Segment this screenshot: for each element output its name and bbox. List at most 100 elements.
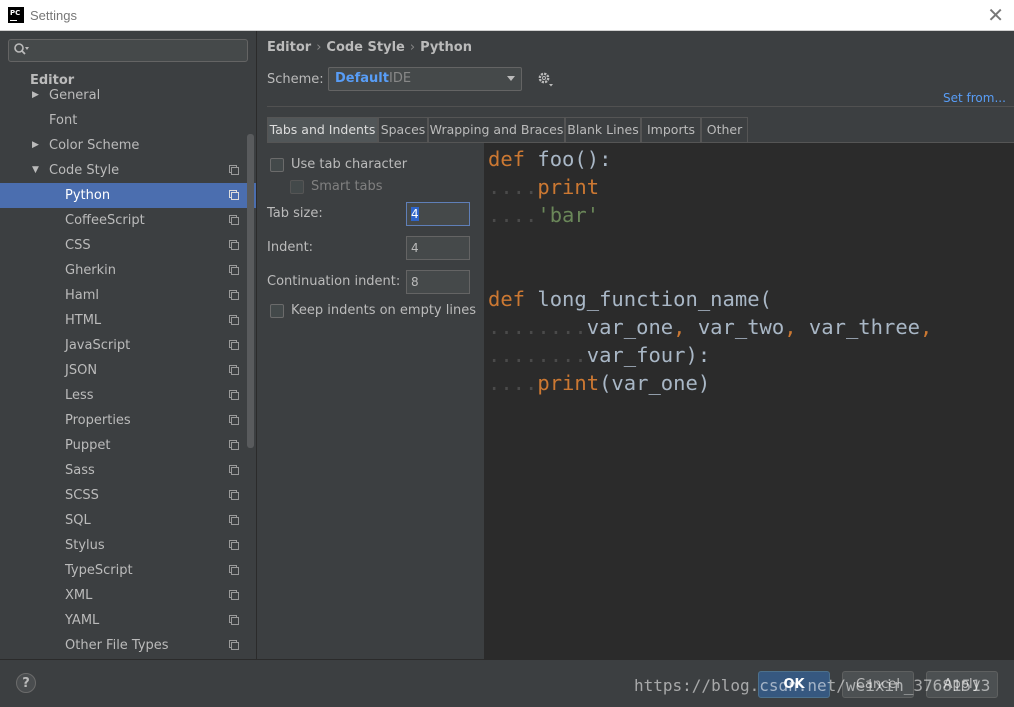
- project-copy-icon: [229, 640, 239, 650]
- project-copy-icon: [229, 590, 239, 600]
- sidebar-item-sql[interactable]: SQL: [0, 508, 256, 533]
- help-button[interactable]: ?: [16, 673, 36, 693]
- sidebar-item-color-scheme[interactable]: ▶ Color Scheme: [0, 133, 256, 158]
- breadcrumb-separator-icon: ›: [316, 40, 322, 55]
- tab-imports[interactable]: Imports: [641, 117, 701, 142]
- sidebar-item-label: Font: [49, 113, 78, 128]
- sidebar-item-label: SCSS: [65, 488, 99, 503]
- project-copy-icon: [229, 440, 239, 450]
- indent-label: Indent:: [267, 240, 314, 255]
- keep-indents-checkbox[interactable]: Keep indents on empty lines: [270, 303, 476, 318]
- project-copy-icon: [229, 215, 239, 225]
- sidebar-item-gherkin[interactable]: Gherkin: [0, 258, 256, 283]
- sidebar-item-other-file-types[interactable]: Other File Types: [0, 633, 256, 658]
- project-copy-icon: [229, 515, 239, 525]
- sidebar-item-python[interactable]: Python: [0, 183, 256, 208]
- keep-indents-label: Keep indents on empty lines: [291, 303, 476, 318]
- pycharm-app-icon: PC: [8, 7, 24, 23]
- sidebar-item-label: General: [49, 88, 101, 103]
- collapse-arrow-icon[interactable]: ▼: [32, 158, 39, 183]
- sidebar-item-haml[interactable]: Haml: [0, 283, 256, 308]
- sidebar-item-html[interactable]: HTML: [0, 308, 256, 333]
- sidebar-item-font[interactable]: Font: [0, 108, 256, 133]
- sidebar-item-label: YAML: [65, 613, 100, 628]
- sidebar-item-code-style[interactable]: ▼ Code Style: [0, 158, 256, 183]
- continuation-indent-value: 8: [411, 275, 419, 289]
- sidebar-scrollbar[interactable]: [247, 134, 254, 448]
- sidebar-item-label: Other File Types: [65, 638, 169, 653]
- project-copy-icon: [229, 165, 239, 175]
- project-copy-icon: [229, 190, 239, 200]
- sidebar-item-label: Properties: [65, 413, 131, 428]
- sidebar-item-label: JavaScript: [65, 338, 131, 353]
- sidebar-item-label: Code Style: [49, 163, 120, 178]
- sidebar-item-puppet[interactable]: Puppet: [0, 433, 256, 458]
- sidebar-item-stylus[interactable]: Stylus: [0, 533, 256, 558]
- project-copy-icon: [229, 565, 239, 575]
- sidebar-item-properties[interactable]: Properties: [0, 408, 256, 433]
- continuation-indent-field[interactable]: 8: [406, 270, 470, 294]
- scheme-dropdown[interactable]: Default IDE: [328, 67, 522, 91]
- use-tab-character-label: Use tab character: [291, 157, 408, 172]
- sidebar-item-json[interactable]: JSON: [0, 358, 256, 383]
- search-icon: [14, 43, 29, 55]
- sidebar-item-label: Puppet: [65, 438, 111, 453]
- code-preview: def foo(): ....print ....'bar' def long_…: [484, 143, 1014, 659]
- ok-button[interactable]: OK: [758, 671, 830, 698]
- sidebar-item-less[interactable]: Less: [0, 383, 256, 408]
- sidebar-item-label: Sass: [65, 463, 95, 478]
- checkbox-box[interactable]: [270, 303, 284, 318]
- cancel-button[interactable]: Cancel: [842, 671, 914, 698]
- close-icon[interactable]: ✕: [987, 3, 1004, 27]
- divider: [267, 106, 1014, 107]
- project-copy-icon: [229, 465, 239, 475]
- settings-sidebar: Editor ▶ General Font ▶ Color Scheme ▼ C…: [0, 31, 257, 659]
- expand-arrow-icon[interactable]: ▶: [32, 83, 39, 108]
- set-from-link[interactable]: Set from...: [943, 91, 1006, 105]
- sidebar-item-label: HTML: [65, 313, 102, 328]
- sidebar-item-label: Stylus: [65, 538, 105, 553]
- tab-other[interactable]: Other: [701, 117, 748, 142]
- indent-options-panel: Use tab character Smart tabs Tab size: 4…: [257, 143, 484, 659]
- checkbox-box[interactable]: [270, 157, 284, 172]
- project-copy-icon: [229, 390, 239, 400]
- tab-tabs-and-indents[interactable]: Tabs and Indents: [267, 117, 378, 142]
- breadcrumb-code-style[interactable]: Code Style: [326, 40, 404, 55]
- tab-blank-lines[interactable]: Blank Lines: [565, 117, 641, 142]
- project-copy-icon: [229, 340, 239, 350]
- sidebar-item-javascript[interactable]: JavaScript: [0, 333, 256, 358]
- indent-field[interactable]: 4: [406, 236, 470, 260]
- code-line: def foo():: [488, 147, 612, 171]
- sidebar-item-typescript[interactable]: TypeScript: [0, 558, 256, 583]
- code-line: ....'bar': [488, 203, 600, 227]
- scheme-name: Default: [335, 71, 389, 86]
- sidebar-item-css[interactable]: CSS: [0, 233, 256, 258]
- indent-value: 4: [411, 241, 419, 255]
- project-copy-icon: [229, 615, 239, 625]
- sidebar-item-yaml[interactable]: YAML: [0, 608, 256, 633]
- project-copy-icon: [229, 265, 239, 275]
- sidebar-item-general[interactable]: ▶ General: [0, 83, 256, 108]
- gear-icon[interactable]: [537, 71, 553, 87]
- breadcrumb-editor[interactable]: Editor: [267, 40, 311, 55]
- project-copy-icon: [229, 490, 239, 500]
- code-line: ........var_one, var_two, var_three,: [488, 315, 933, 339]
- breadcrumb: Editor › Code Style › Python: [267, 40, 472, 55]
- sidebar-item-coffeescript[interactable]: CoffeeScript: [0, 208, 256, 233]
- sidebar-item-sass[interactable]: Sass: [0, 458, 256, 483]
- search-input[interactable]: [8, 39, 248, 62]
- breadcrumb-python: Python: [420, 40, 472, 55]
- breadcrumb-separator-icon: ›: [409, 40, 416, 55]
- sidebar-item-scss[interactable]: SCSS: [0, 483, 256, 508]
- tab-spaces[interactable]: Spaces: [378, 117, 428, 142]
- use-tab-character-checkbox[interactable]: Use tab character: [270, 157, 407, 172]
- sidebar-item-xml[interactable]: XML: [0, 583, 256, 608]
- sidebar-item-label: SQL: [65, 513, 91, 528]
- tab-size-value: 4: [411, 207, 419, 221]
- window-title: Settings: [30, 8, 77, 23]
- tab-wrapping-and-braces[interactable]: Wrapping and Braces: [428, 117, 565, 142]
- apply-button[interactable]: Apply: [926, 671, 998, 698]
- scheme-label: Scheme:: [267, 72, 324, 87]
- expand-arrow-icon[interactable]: ▶: [32, 133, 39, 158]
- tab-size-field[interactable]: 4: [406, 202, 470, 226]
